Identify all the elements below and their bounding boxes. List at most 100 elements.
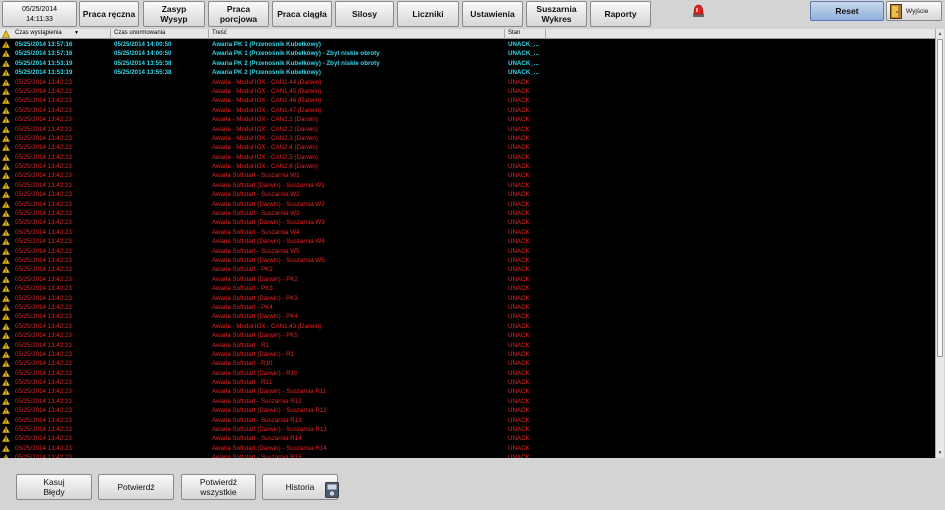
alarm-message: Awaria - Moduł IOX - CAN1.47 (Darwin) [212, 106, 322, 114]
alarm-occurred-time: 05/25/2014 13:42:23 [15, 97, 72, 105]
alarm-state: UNACK [508, 181, 530, 189]
alarm-row[interactable]: 05/25/2014 13:42:23 Awaria - Moduł IOX - … [0, 115, 935, 124]
alarm-row[interactable]: 05/25/2014 13:42:23 Awaria Softstart - Su… [0, 247, 935, 256]
bottom-toolbar: Kasuj Błędy Potwierdź Potwierdź wszystkie H… [0, 458, 945, 510]
alarm-row[interactable]: 05/25/2014 13:42:23 Awaria - Moduł IOX - … [0, 143, 935, 152]
nav-praca-reczna[interactable]: Praca ręczna [79, 1, 139, 27]
alarm-row[interactable]: 05/25/2014 13:42:23 Awaria Softstart (Dar… [0, 181, 935, 190]
nav-zasyp-wysyp[interactable]: Zasyp Wysyp [143, 1, 205, 27]
alarm-state: UNACK [508, 332, 530, 340]
nav-suszarnia-wykres[interactable]: Suszarnia Wykres [526, 1, 587, 27]
nav-raporty[interactable]: Raporty [590, 1, 651, 27]
alarm-row[interactable]: 05/25/2014 13:42:23 Awaria Softstart (Dar… [0, 237, 935, 246]
warning-icon [2, 275, 10, 283]
alarm-occurred-time: 05/25/2014 13:42:23 [15, 116, 72, 124]
nav-liczniki[interactable]: Liczniki [397, 1, 459, 27]
alarm-row[interactable]: 05/25/2014 13:57:16 05/25/2014 14:00:50 Aw… [0, 40, 935, 49]
alarm-state: UNACK_... [508, 41, 539, 48]
alarm-row[interactable]: 05/25/2014 13:42:23 Awaria - Moduł IOX - … [0, 322, 935, 331]
alarm-row[interactable]: 05/25/2014 13:42:23 Awaria Softstart (Dar… [0, 444, 935, 453]
alarm-message: Awaria Softstart (Darwin) - Suszarnia W3 [212, 219, 325, 227]
history-icon[interactable] [325, 482, 339, 498]
alarm-message: Awaria Softstart (Darwin) - R10 [212, 369, 298, 377]
alarm-row[interactable]: 05/25/2014 13:42:23 Awaria Softstart (Dar… [0, 387, 935, 396]
alarm-row[interactable]: 05/25/2014 13:42:23 Awaria - Moduł IOX - … [0, 106, 935, 115]
alarm-row[interactable]: 05/25/2014 13:42:23 Awaria Softstart - Su… [0, 190, 935, 199]
warning-icon [2, 134, 10, 142]
alarm-row[interactable]: 05/25/2014 13:42:23 Awaria Softstart (Dar… [0, 275, 935, 284]
alarm-row[interactable]: 05/25/2014 13:42:23 Awaria Softstart (Dar… [0, 218, 935, 227]
alarm-row[interactable]: 05/25/2014 13:42:23 Awaria Softstart (Dar… [0, 312, 935, 321]
alarm-row[interactable]: 05/25/2014 13:53:19 05/25/2014 13:55:38 Aw… [0, 68, 935, 77]
reset-button[interactable]: Reset [810, 1, 884, 21]
column-header-czas-unormowania[interactable]: Czas unormowania [114, 30, 165, 36]
alarm-row[interactable]: 05/25/2014 13:42:23 Awaria - Moduł IOX - … [0, 153, 935, 162]
alarm-row[interactable]: 05/25/2014 13:42:23 Awaria Softstart - PK… [0, 265, 935, 274]
warning-icon [2, 379, 10, 387]
warning-icon [2, 163, 10, 171]
alarm-row[interactable]: 05/25/2014 13:42:23 Awaria - Moduł IOX - … [0, 78, 935, 87]
alarm-message: Awaria - Moduł IOX - CAN2.4 (Darwin) [212, 144, 318, 152]
alarm-row[interactable]: 05/25/2014 13:42:23 Awaria Softstart (Dar… [0, 369, 935, 378]
alarm-state: UNACK [508, 435, 530, 443]
alarm-state: UNACK [508, 444, 530, 452]
sort-arrow-icon[interactable]: ▼ [74, 30, 79, 36]
nav-silosy[interactable]: Silosy [335, 1, 394, 27]
alarm-state: UNACK [508, 303, 530, 311]
alarm-row[interactable]: 05/25/2014 13:42:23 Awaria Softstart - Su… [0, 209, 935, 218]
alarm-row[interactable]: 05/25/2014 13:42:23 Awaria - Moduł IOX - … [0, 125, 935, 134]
alarm-message: Awaria PK 2 (Przenośnik Kubełkowy) [212, 69, 321, 77]
alarm-row[interactable]: 05/25/2014 13:42:23 Awaria Softstart - R1… [0, 359, 935, 368]
alarm-state: UNACK [508, 275, 530, 283]
alarm-row[interactable]: 05/25/2014 13:42:23 Awaria Softstart (Dar… [0, 350, 935, 359]
column-header-tresc[interactable]: Treść [212, 30, 227, 36]
alarm-scrollbar[interactable]: ▲ ▼ [935, 29, 944, 458]
alarm-occurred-time: 05/25/2014 13:42:23 [15, 238, 72, 246]
warning-icon [2, 285, 10, 293]
warning-icon [2, 256, 10, 264]
alarm-message: Awaria Softstart - R10 [212, 360, 273, 368]
alarm-row[interactable]: 05/25/2014 13:42:23 Awaria - Moduł IOX - … [0, 96, 935, 105]
alarm-row[interactable]: 05/25/2014 13:42:23 Awaria Softstart - R1… [0, 341, 935, 350]
alarm-row[interactable]: 05/25/2014 13:42:23 Awaria - Moduł IOX - … [0, 87, 935, 96]
alarm-message: Awaria Softstart - R11 [212, 379, 272, 387]
warning-icon [2, 191, 10, 199]
alarm-row[interactable]: 05/25/2014 13:42:23 Awaria - Moduł IOX - … [0, 162, 935, 171]
potwierdz-button[interactable]: Potwierdź [98, 474, 174, 500]
alarm-row[interactable]: 05/25/2014 13:42:23 Awaria Softstart (Dar… [0, 200, 935, 209]
alarm-state: UNACK [508, 163, 530, 171]
scroll-thumb[interactable] [937, 39, 943, 357]
nav-praca-porcjowa[interactable]: Praca porcjowa [208, 1, 269, 27]
scroll-up-arrow[interactable]: ▲ [936, 30, 944, 38]
potwierdz-wszystkie-button[interactable]: Potwierdź wszystkie [181, 474, 256, 500]
alarm-row[interactable]: 05/25/2014 13:42:23 Awaria Softstart - Su… [0, 416, 935, 425]
alarm-message: Awaria Softstart - PK3 [212, 285, 273, 293]
exit-button[interactable]: Wyjście [886, 1, 942, 21]
alarm-row[interactable]: 05/25/2014 13:42:23 Awaria Softstart (Dar… [0, 294, 935, 303]
alarm-occurred-time: 05/25/2014 13:42:23 [15, 397, 72, 405]
alarm-row[interactable]: 05/25/2014 13:53:19 05/25/2014 13:55:38 Aw… [0, 59, 935, 68]
kasuj-bledy-button[interactable]: Kasuj Błędy [16, 474, 92, 500]
alarm-row[interactable]: 05/25/2014 13:42:23 Awaria Softstart - PK… [0, 303, 935, 312]
alarm-row[interactable]: 05/25/2014 13:42:23 Awaria Softstart (Dar… [0, 425, 935, 434]
alarm-row[interactable]: 05/25/2014 13:42:23 Awaria Softstart - R1… [0, 378, 935, 387]
alarm-row[interactable]: 05/25/2014 13:42:23 Awaria Softstart - PK… [0, 284, 935, 293]
alarm-row[interactable]: 05/25/2014 13:42:23 Awaria Softstart (Dar… [0, 406, 935, 415]
alarm-row[interactable]: 05/25/2014 13:42:23 Awaria Softstart - Su… [0, 434, 935, 443]
column-header-stan[interactable]: Stan [508, 30, 520, 36]
alarm-state: UNACK [508, 341, 530, 349]
alarm-occurred-time: 05/25/2014 13:42:23 [15, 360, 72, 368]
alarm-row[interactable]: 05/25/2014 13:42:23 Awaria Softstart - Su… [0, 397, 935, 406]
alarm-row[interactable]: 05/25/2014 13:42:23 Awaria Softstart - Su… [0, 171, 935, 180]
alarm-row[interactable]: 05/25/2014 13:57:16 05/25/2014 14:00:50 Aw… [0, 49, 935, 58]
alarm-state: UNACK_... [508, 50, 539, 58]
scroll-down-arrow[interactable]: ▼ [936, 449, 944, 457]
alarm-row[interactable]: 05/25/2014 13:42:23 Awaria Softstart (Dar… [0, 331, 935, 340]
alarm-row[interactable]: 05/25/2014 13:42:23 Awaria - Moduł IOX - … [0, 134, 935, 143]
alarm-row[interactable]: 05/25/2014 13:42:23 Awaria Softstart (Dar… [0, 256, 935, 265]
column-header-czas-wystapienia[interactable]: Czas wystąpienia [15, 30, 62, 36]
alarm-row[interactable]: 05/25/2014 13:42:23 Awaria Softstart - Su… [0, 228, 935, 237]
nav-ustawienia[interactable]: Ustawienia [462, 1, 523, 27]
warning-icon [2, 238, 10, 246]
nav-praca-ciagla[interactable]: Praca ciągła [272, 1, 332, 27]
